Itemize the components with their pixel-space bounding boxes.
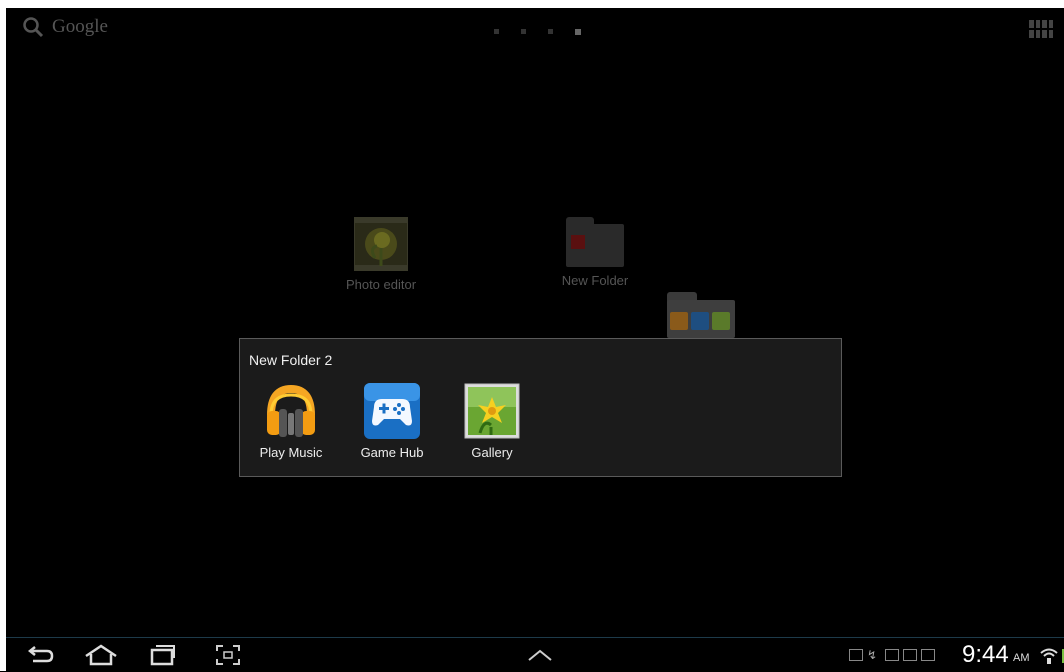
google-search-bar[interactable]: Google: [22, 16, 108, 38]
page-dot: [521, 29, 526, 34]
clock-ampm: AM: [1013, 652, 1030, 664]
folder-icon: [566, 217, 624, 267]
folder-title[interactable]: New Folder 2: [249, 352, 332, 368]
desktop-new-folder[interactable]: New Folder: [553, 217, 637, 288]
system-navigation-bar: ↯ 9:44 AM: [6, 637, 1064, 672]
gallery-notification-icon: [849, 649, 863, 661]
search-icon: [23, 17, 44, 38]
wifi-icon: [1040, 648, 1058, 664]
desktop-photo-editor[interactable]: Photo editor: [335, 217, 427, 292]
app-tray-button[interactable]: [526, 644, 554, 666]
page-dot: [548, 29, 553, 34]
page-dot: [494, 29, 499, 34]
back-icon: [27, 646, 54, 663]
screen-edge-top: [0, 0, 1064, 8]
screenshot-button[interactable]: [214, 644, 242, 666]
back-button[interactable]: [26, 644, 56, 666]
open-folder-icon[interactable]: [665, 292, 735, 338]
search-label: Google: [52, 16, 108, 37]
recent-apps-icon: [150, 645, 175, 666]
app-gallery[interactable]: Gallery: [452, 383, 532, 460]
photo-editor-label: Photo editor: [345, 277, 417, 292]
recent-apps-button[interactable]: [148, 644, 176, 666]
app-play-music[interactable]: Play Music: [251, 383, 331, 460]
download-notification-icon: [903, 649, 917, 661]
notification-icons[interactable]: ↯: [849, 649, 935, 661]
app-label: Gallery: [471, 445, 513, 460]
photo-editor-icon: [354, 217, 408, 271]
app-game-hub[interactable]: Game Hub: [352, 383, 432, 460]
all-apps-icon[interactable]: [1029, 20, 1053, 38]
app-label: Game Hub: [360, 445, 424, 460]
headphones-icon: [263, 383, 319, 439]
email-notification-icon: [921, 649, 935, 661]
new-folder-label: New Folder: [561, 273, 629, 288]
screenshot-icon: [216, 645, 240, 665]
home-page-indicator: [494, 28, 581, 35]
home-icon: [85, 644, 117, 666]
screen-edge: [0, 0, 6, 671]
app-label: Play Music: [259, 445, 323, 460]
gamepad-icon: [364, 383, 420, 439]
chevron-up-icon: [528, 649, 552, 661]
folder-popup: New Folder 2 Play Music Game Hub Gallery: [239, 338, 842, 477]
screenshot-notification-icon: [885, 649, 899, 661]
gallery-flower-icon: [464, 383, 520, 439]
page-dot-active: [575, 28, 581, 35]
sync-off-icon: ↯: [867, 648, 878, 662]
clock-time[interactable]: 9:44: [962, 641, 1009, 669]
home-button[interactable]: [84, 644, 118, 666]
